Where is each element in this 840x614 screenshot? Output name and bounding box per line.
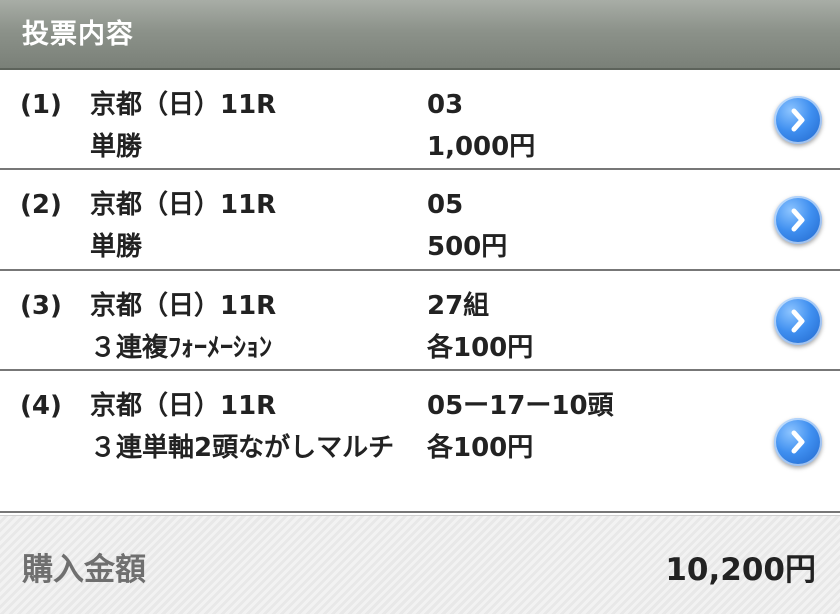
bet-row-3[interactable]: (3) 京都（日）11R ３連複ﾌｫｰﾒｰｼｮﾝ 27組 各100円 <box>0 271 840 371</box>
bet-index: (4) <box>20 391 62 421</box>
bet-type: 単勝 <box>90 132 143 162</box>
bet-index: (1) <box>20 90 62 120</box>
bet-race: 京都（日）11R <box>90 90 277 120</box>
bet-row-1[interactable]: (1) 京都（日）11R 単勝 03 1,000円 <box>0 70 840 170</box>
chevron-right-icon[interactable] <box>774 297 822 345</box>
bet-amount: 各100円 <box>427 433 534 463</box>
bet-type: ３連単軸2頭ながしマルチ <box>90 433 395 463</box>
bet-race: 京都（日）11R <box>90 190 277 220</box>
bet-index: (3) <box>20 291 62 321</box>
bet-selection: 05 <box>427 190 464 220</box>
bet-amount: 各100円 <box>427 333 534 363</box>
bet-selection: 27組 <box>427 291 490 321</box>
bet-summary-page: 投票内容 (1) 京都（日）11R 単勝 03 1,000円 (2) 京都（日）… <box>0 0 840 614</box>
chevron-right-icon[interactable] <box>774 418 822 466</box>
bet-amount: 1,000円 <box>427 132 536 162</box>
purchase-total-bar: 購入金額 10,200円 <box>0 515 840 614</box>
bet-selection: 03 <box>427 90 464 120</box>
bet-row-2[interactable]: (2) 京都（日）11R 単勝 05 500円 <box>0 170 840 271</box>
purchase-total-value: 10,200円 <box>665 552 816 588</box>
bet-row-4[interactable]: (4) 京都（日）11R ３連単軸2頭ながしマルチ 05ー17ー10頭 各100… <box>0 371 840 513</box>
bet-type: ３連複ﾌｫｰﾒｰｼｮﾝ <box>90 333 273 363</box>
bet-race: 京都（日）11R <box>90 391 277 421</box>
purchase-total-label: 購入金額 <box>22 552 146 588</box>
bet-race: 京都（日）11R <box>90 291 277 321</box>
chevron-right-icon[interactable] <box>774 96 822 144</box>
bet-amount: 500円 <box>427 232 508 262</box>
bet-type: 単勝 <box>90 232 143 262</box>
bet-selection: 05ー17ー10頭 <box>427 391 614 421</box>
chevron-right-icon[interactable] <box>774 196 822 244</box>
bet-index: (2) <box>20 190 62 220</box>
page-title: 投票内容 <box>0 0 840 70</box>
